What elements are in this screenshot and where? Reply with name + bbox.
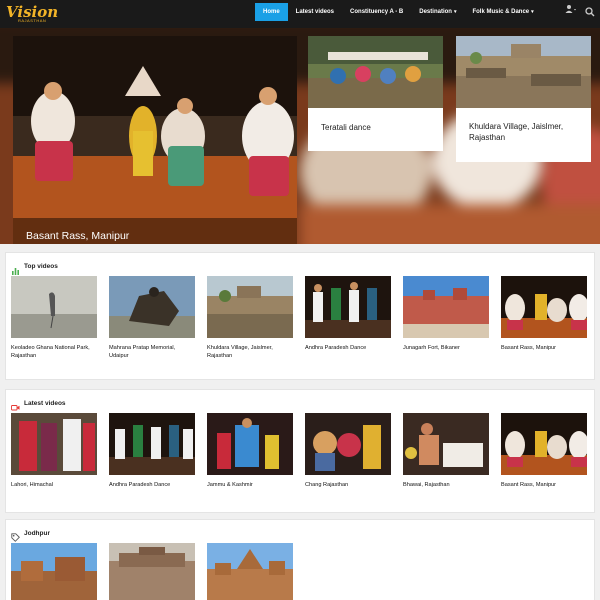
video-thumbnail bbox=[11, 276, 97, 338]
video-thumbnail bbox=[501, 276, 587, 338]
video-camera-icon bbox=[11, 399, 20, 410]
section-title: Jodhpur bbox=[24, 529, 50, 537]
video-title: Jammu & Kashmir bbox=[207, 482, 253, 488]
hero-card-thumbnail bbox=[456, 36, 591, 108]
caret-down-icon: ▾ bbox=[453, 9, 457, 15]
nav-item-latest-videos[interactable]: Latest videos bbox=[288, 3, 342, 21]
logo-subtext: RAJASTHAN bbox=[18, 18, 47, 23]
hero-carousel: Basant Rass, Manipur Teratali dance Khul… bbox=[0, 28, 600, 244]
video-title: Junagarh Fort, Bikaner bbox=[403, 345, 460, 351]
hero-main-slide[interactable]: Basant Rass, Manipur bbox=[13, 36, 297, 244]
nav-label: Folk Music & Dance bbox=[472, 9, 530, 15]
video-thumbnail bbox=[109, 276, 195, 338]
video-title: Lahori, Himachal bbox=[11, 482, 53, 488]
video-thumbnail bbox=[11, 413, 97, 475]
nav-item-destination[interactable]: Destination ▾ bbox=[411, 3, 464, 21]
video-thumbnail bbox=[11, 543, 97, 600]
video-card[interactable]: Keoladeo Ghana National Park, Rajasthan bbox=[11, 276, 97, 360]
video-thumbnail bbox=[403, 276, 489, 338]
video-card[interactable]: Lahori, Himachal bbox=[11, 413, 97, 489]
video-title: Andhra Paradesh Dance bbox=[109, 482, 171, 488]
section-jodhpur: Jodhpur bbox=[5, 519, 595, 600]
nav-item-home[interactable]: Home bbox=[255, 3, 288, 21]
section-title: Latest videos bbox=[24, 399, 66, 407]
section-header: Latest videos bbox=[11, 398, 66, 410]
section-title: Top videos bbox=[24, 262, 58, 270]
main-nav: Home Latest videos Constituency A - B De… bbox=[255, 3, 542, 21]
video-card[interactable]: Junagarh Fort, Bikaner bbox=[403, 276, 489, 352]
nav-label: Latest videos bbox=[295, 9, 335, 15]
nav-item-constituency[interactable]: Constituency A - B bbox=[342, 3, 411, 21]
video-card[interactable]: Andhra Paradesh Dance bbox=[305, 276, 391, 352]
nav-label: Home bbox=[263, 9, 280, 15]
hero-card-thumbnail bbox=[308, 36, 443, 108]
video-title: Andhra Paradesh Dance bbox=[305, 345, 367, 351]
section-header: Top videos bbox=[11, 261, 58, 275]
video-title: Mahrana Pratap Memorial, Udaipur bbox=[109, 345, 176, 359]
video-thumbnail bbox=[501, 413, 587, 475]
video-card[interactable] bbox=[11, 543, 97, 600]
video-thumbnail bbox=[305, 413, 391, 475]
section-latest-videos: Latest videos Lahori, Himachal Andhra Pa… bbox=[5, 389, 595, 513]
video-thumbnail bbox=[207, 543, 293, 600]
video-card[interactable]: Mahrana Pratap Memorial, Udaipur bbox=[109, 276, 195, 360]
video-title: Keoladeo Ghana National Park, Rajasthan bbox=[11, 345, 90, 359]
video-title: Bhawai, Rajasthan bbox=[403, 482, 450, 488]
video-thumbnail bbox=[305, 276, 391, 338]
tag-icon bbox=[11, 529, 20, 542]
video-thumbnail bbox=[207, 276, 293, 338]
video-title: Basant Rass, Manipur bbox=[501, 345, 557, 351]
section-header: Jodhpur bbox=[11, 528, 50, 542]
nav-label: Constituency A - B bbox=[350, 9, 404, 15]
video-card[interactable] bbox=[207, 543, 293, 600]
video-card[interactable]: Basant Rass, Manipur bbox=[501, 413, 587, 489]
video-title: Khuldara Village, Jaislmer, Rajasthan bbox=[207, 345, 273, 359]
hero-main-title: Basant Rass, Manipur bbox=[26, 230, 130, 242]
top-navbar: Vision RAJASTHAN Home Latest videos Cons… bbox=[0, 0, 600, 28]
video-card[interactable]: Basant Rass, Manipur bbox=[501, 276, 587, 352]
hero-card-title: Teratali dance bbox=[321, 123, 371, 132]
video-card[interactable]: Andhra Paradesh Dance bbox=[109, 413, 195, 489]
video-card[interactable]: Khuldara Village, Jaislmer, Rajasthan bbox=[207, 276, 293, 360]
video-thumbnail bbox=[403, 413, 489, 475]
hero-caption: Basant Rass, Manipur bbox=[13, 218, 297, 244]
video-thumbnail bbox=[109, 413, 195, 475]
hero-card[interactable]: Teratali dance bbox=[308, 36, 443, 151]
video-thumbnail bbox=[109, 543, 195, 600]
video-card[interactable]: Chang Rajasthan bbox=[305, 413, 391, 489]
nav-item-folk-music-dance[interactable]: Folk Music & Dance ▾ bbox=[464, 3, 541, 21]
user-icon[interactable] bbox=[565, 4, 577, 16]
video-title: Chang Rajasthan bbox=[305, 482, 349, 488]
video-title: Basant Rass, Manipur bbox=[501, 482, 557, 488]
video-thumbnail bbox=[207, 413, 293, 475]
search-icon[interactable] bbox=[585, 4, 595, 17]
hero-card-title: Khuldara Village, Jaislmer, Rajasthan bbox=[469, 122, 564, 142]
section-top-videos: Top videos Keoladeo Ghana National Park,… bbox=[5, 252, 595, 380]
nav-label: Destination bbox=[419, 9, 452, 15]
video-card[interactable]: Jammu & Kashmir bbox=[207, 413, 293, 489]
bar-chart-icon bbox=[11, 262, 20, 275]
hero-card[interactable]: Khuldara Village, Jaislmer, Rajasthan bbox=[456, 36, 591, 162]
video-card[interactable] bbox=[109, 543, 195, 600]
video-card[interactable]: Bhawai, Rajasthan bbox=[403, 413, 489, 489]
caret-down-icon: ▾ bbox=[531, 9, 534, 15]
